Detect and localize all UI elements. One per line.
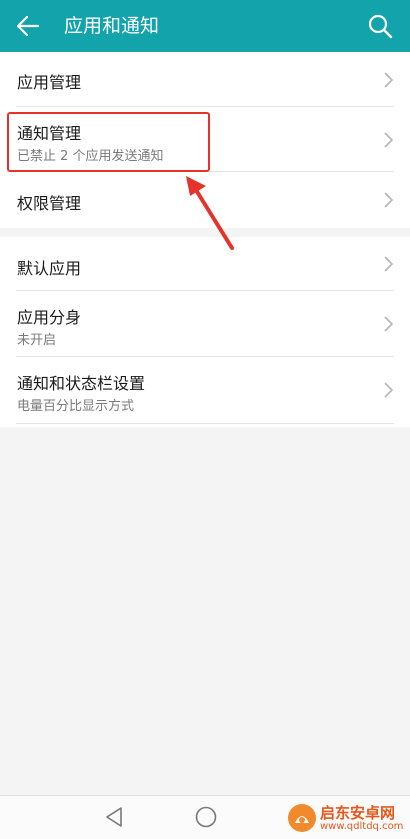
item-label: 应用分身 — [17, 308, 82, 327]
item-subtitle: 电量百分比显示方式 — [17, 399, 135, 414]
screen: 应用和通知 应用管理 通知管理 已禁止 2 个应用发送通知 权限管理 默认应用 — [0, 0, 410, 839]
divider — [16, 423, 394, 424]
item-subtitle: 未开启 — [17, 333, 57, 348]
triangle-back-icon[interactable] — [104, 806, 124, 828]
chevron-right-icon — [384, 132, 394, 148]
item-label: 通知管理 — [17, 124, 82, 143]
chevron-right-icon — [384, 382, 394, 398]
list-item-notification-statusbar-settings[interactable]: 通知和状态栏设置 电量百分比显示方式 — [0, 357, 410, 424]
arrow-left-icon[interactable] — [14, 12, 42, 40]
search-icon[interactable] — [366, 12, 394, 40]
settings-group-1: 应用管理 通知管理 已禁止 2 个应用发送通知 权限管理 — [0, 52, 410, 228]
item-label: 默认应用 — [17, 259, 82, 278]
watermark-url: www.qdltdq.com — [320, 821, 404, 832]
list-item-notification-management[interactable]: 通知管理 已禁止 2 个应用发送通知 — [0, 107, 410, 172]
chevron-right-icon — [384, 72, 394, 88]
item-label: 通知和状态栏设置 — [17, 374, 146, 393]
list-item-app-management[interactable]: 应用管理 — [0, 52, 410, 107]
item-label: 权限管理 — [17, 194, 82, 213]
chevron-right-icon — [384, 316, 394, 332]
chevron-right-icon — [384, 256, 394, 272]
watermark-logo-icon — [288, 804, 316, 832]
circle-home-icon[interactable] — [194, 805, 218, 829]
item-subtitle: 已禁止 2 个应用发送通知 — [17, 149, 164, 164]
list-item-default-apps[interactable]: 默认应用 — [0, 237, 410, 291]
chevron-right-icon — [384, 192, 394, 208]
list-item-permission-management[interactable]: 权限管理 — [0, 172, 410, 228]
app-bar: 应用和通知 — [0, 0, 410, 52]
item-label: 应用管理 — [17, 73, 82, 92]
settings-group-2: 默认应用 应用分身 未开启 通知和状态栏设置 电量百分比显示方式 — [0, 237, 410, 427]
list-item-app-twin[interactable]: 应用分身 未开启 — [0, 291, 410, 357]
page-title: 应用和通知 — [64, 15, 160, 37]
watermark-name: 启东安卓网 — [320, 804, 396, 822]
